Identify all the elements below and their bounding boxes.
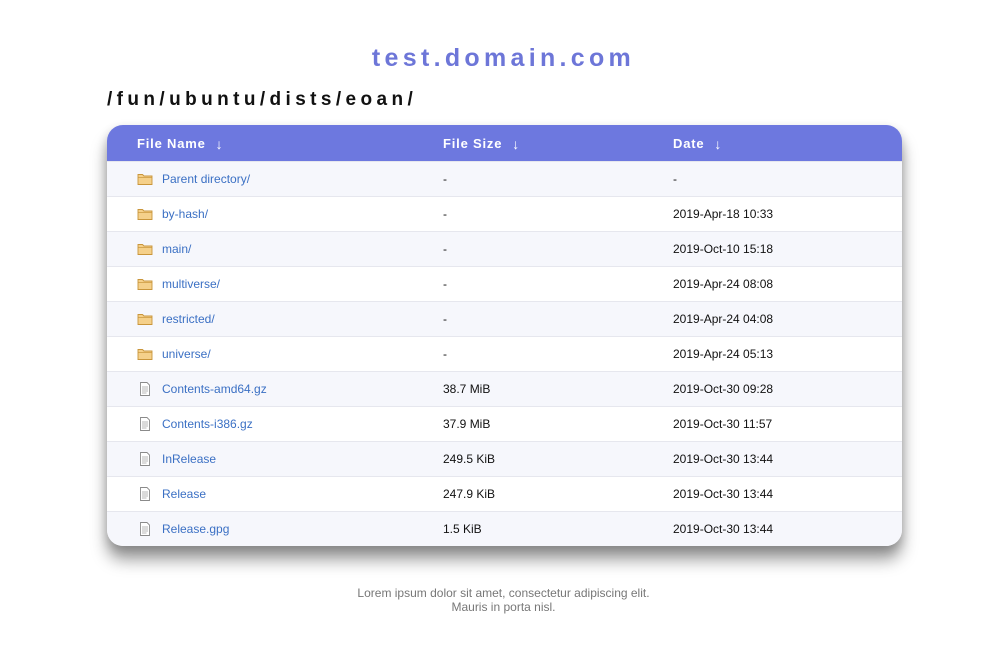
table-row: Contents-amd64.gz 38.7 MiB 2019-Oct-30 09:…	[107, 371, 902, 406]
file-name-link[interactable]: main/	[162, 242, 191, 256]
sort-by-size-header[interactable]: File Size ↓	[443, 136, 520, 151]
file-name-link[interactable]: by-hash/	[162, 207, 208, 221]
name-header-label: File Name	[137, 136, 206, 151]
table-row: Release 247.9 KiB 2019-Oct-30 13:44	[107, 476, 902, 511]
file-name-link[interactable]: Release.gpg	[162, 522, 229, 536]
sort-by-date-header[interactable]: Date ↓	[673, 136, 722, 151]
sort-by-name-header[interactable]: File Name ↓	[137, 136, 223, 151]
file-size: 38.7 MiB	[443, 382, 491, 396]
file-size: 249.5 KiB	[443, 452, 496, 466]
sort-arrow-down-icon: ↓	[512, 135, 521, 152]
sort-arrow-down-icon: ↓	[215, 135, 224, 152]
file-date: 2019-Oct-30 13:44	[673, 452, 774, 466]
table-row: Parent directory/ - -	[107, 161, 902, 196]
directory-path-heading: /fun/ubuntu/dists/eoan/	[107, 89, 418, 110]
file-date: 2019-Apr-24 05:13	[673, 347, 774, 361]
file-name-link[interactable]: Release	[162, 487, 206, 501]
file-icon	[137, 417, 153, 431]
file-date: 2019-Apr-18 10:33	[673, 207, 774, 221]
file-name-link[interactable]: multiverse/	[162, 277, 220, 291]
file-date: 2019-Oct-10 15:18	[673, 242, 774, 256]
folder-icon	[137, 312, 153, 326]
file-date: 2019-Oct-30 13:44	[673, 522, 774, 536]
file-listing-table: File Name ↓ File Size ↓ Date ↓ Parent di…	[107, 125, 902, 546]
file-date: 2019-Apr-24 04:08	[673, 312, 774, 326]
file-icon	[137, 487, 153, 501]
table-row: universe/ - 2019-Apr-24 05:13	[107, 336, 902, 371]
table-row: multiverse/ - 2019-Apr-24 08:08	[107, 266, 902, 301]
size-header-label: File Size	[443, 136, 503, 151]
file-date: 2019-Oct-30 09:28	[673, 382, 774, 396]
footer-line: Mauris in porta nisl.	[451, 600, 556, 614]
site-title: test.domain.com	[371, 44, 636, 72]
folder-icon	[137, 207, 153, 221]
table-row: by-hash/ - 2019-Apr-18 10:33	[107, 196, 902, 231]
table-row: Release.gpg 1.5 KiB 2019-Oct-30 13:44	[107, 511, 902, 546]
file-size: 247.9 KiB	[443, 487, 496, 501]
table-body: Parent directory/ - - by-hash/ - 2019-Apr-18 …	[107, 161, 902, 546]
table-row: restricted/ - 2019-Apr-24 04:08	[107, 301, 902, 336]
footer-line: Lorem ipsum dolor sit amet, consectetur …	[357, 586, 650, 600]
date-header-label: Date	[673, 136, 705, 151]
file-name-link[interactable]: universe/	[162, 347, 211, 361]
file-date: 2019-Oct-30 13:44	[673, 487, 774, 501]
folder-icon	[137, 172, 153, 186]
table-row: main/ - 2019-Oct-10 15:18	[107, 231, 902, 266]
table-header: File Name ↓ File Size ↓ Date ↓	[107, 125, 902, 161]
file-size: -	[443, 312, 447, 326]
sort-arrow-down-icon: ↓	[714, 135, 723, 152]
table-row: InRelease 249.5 KiB 2019-Oct-30 13:44	[107, 441, 902, 476]
file-icon	[137, 452, 153, 466]
file-name-link[interactable]: Parent directory/	[162, 172, 250, 186]
file-size: -	[443, 242, 447, 256]
folder-icon	[137, 277, 153, 291]
file-size: -	[443, 347, 447, 361]
folder-icon	[137, 242, 153, 256]
file-date: -	[673, 172, 677, 186]
file-name-link[interactable]: Contents-i386.gz	[162, 417, 253, 431]
file-icon	[137, 522, 153, 536]
table-row: Contents-i386.gz 37.9 MiB 2019-Oct-30 11:5…	[107, 406, 902, 441]
file-date: 2019-Oct-30 11:57	[673, 417, 773, 431]
file-icon	[137, 382, 153, 396]
folder-icon	[137, 347, 153, 361]
file-date: 2019-Apr-24 08:08	[673, 277, 774, 291]
file-size: 1.5 KiB	[443, 522, 482, 536]
file-size: -	[443, 172, 447, 186]
file-name-link[interactable]: restricted/	[162, 312, 215, 326]
file-name-link[interactable]: InRelease	[162, 452, 216, 466]
file-size: -	[443, 207, 447, 221]
file-size: -	[443, 277, 447, 291]
footer: Lorem ipsum dolor sit amet, consectetur …	[0, 586, 1007, 614]
file-size: 37.9 MiB	[443, 417, 491, 431]
file-name-link[interactable]: Contents-amd64.gz	[162, 382, 267, 396]
